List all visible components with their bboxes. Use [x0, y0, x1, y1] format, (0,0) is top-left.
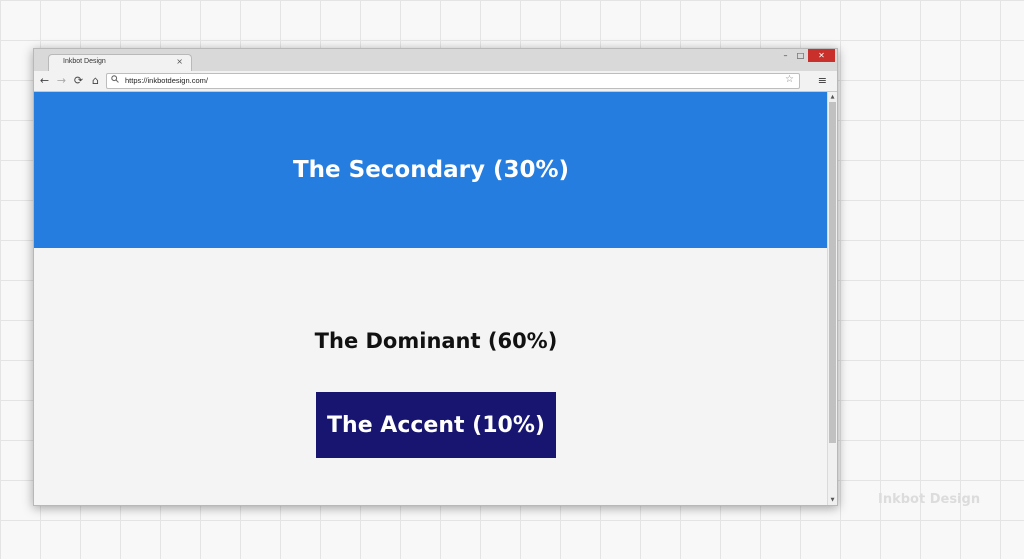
maximize-icon[interactable]: □: [793, 49, 808, 62]
tab-close-icon[interactable]: ×: [176, 57, 183, 66]
tab-title: Inkbot Design: [63, 58, 106, 65]
vertical-scrollbar[interactable]: ▲ ▼: [827, 92, 837, 505]
accent-label: The Accent (10%): [327, 412, 545, 438]
address-bar[interactable]: https://inkbotdesign.com/ ☆: [106, 73, 800, 89]
bookmark-star-icon[interactable]: ☆: [785, 74, 794, 85]
title-bar: Inkbot Design × – □ ✕: [34, 49, 837, 71]
scroll-down-arrow-icon[interactable]: ▼: [828, 496, 837, 504]
reload-icon[interactable]: ⟳: [72, 74, 85, 87]
accent-button[interactable]: The Accent (10%): [316, 392, 556, 458]
page-viewport: The Secondary (30%) The Dominant (60%) T…: [34, 92, 828, 505]
browser-window: Inkbot Design × – □ ✕ ← → ⟳ ⌂ https://in…: [33, 48, 838, 506]
scrollbar-thumb[interactable]: [829, 102, 836, 443]
browser-toolbar: ← → ⟳ ⌂ https://inkbotdesign.com/ ☆ ≡: [34, 71, 837, 92]
home-icon[interactable]: ⌂: [89, 74, 102, 87]
forward-arrow-icon[interactable]: →: [55, 74, 68, 87]
search-icon: [111, 75, 119, 85]
browser-tab[interactable]: Inkbot Design ×: [48, 54, 192, 71]
window-controls: – □ ✕: [778, 49, 835, 62]
secondary-color-block: The Secondary (30%): [34, 92, 828, 248]
back-arrow-icon[interactable]: ←: [38, 74, 51, 87]
minimize-icon[interactable]: –: [778, 49, 793, 62]
url-text: https://inkbotdesign.com/: [125, 76, 208, 85]
menu-icon[interactable]: ≡: [818, 74, 827, 87]
dominant-label: The Dominant (60%): [314, 329, 558, 353]
scroll-up-arrow-icon[interactable]: ▲: [828, 93, 837, 101]
secondary-label: The Secondary (30%): [292, 157, 570, 183]
close-window-icon[interactable]: ✕: [808, 49, 835, 62]
watermark-logo: Inkbot Design: [878, 492, 981, 507]
